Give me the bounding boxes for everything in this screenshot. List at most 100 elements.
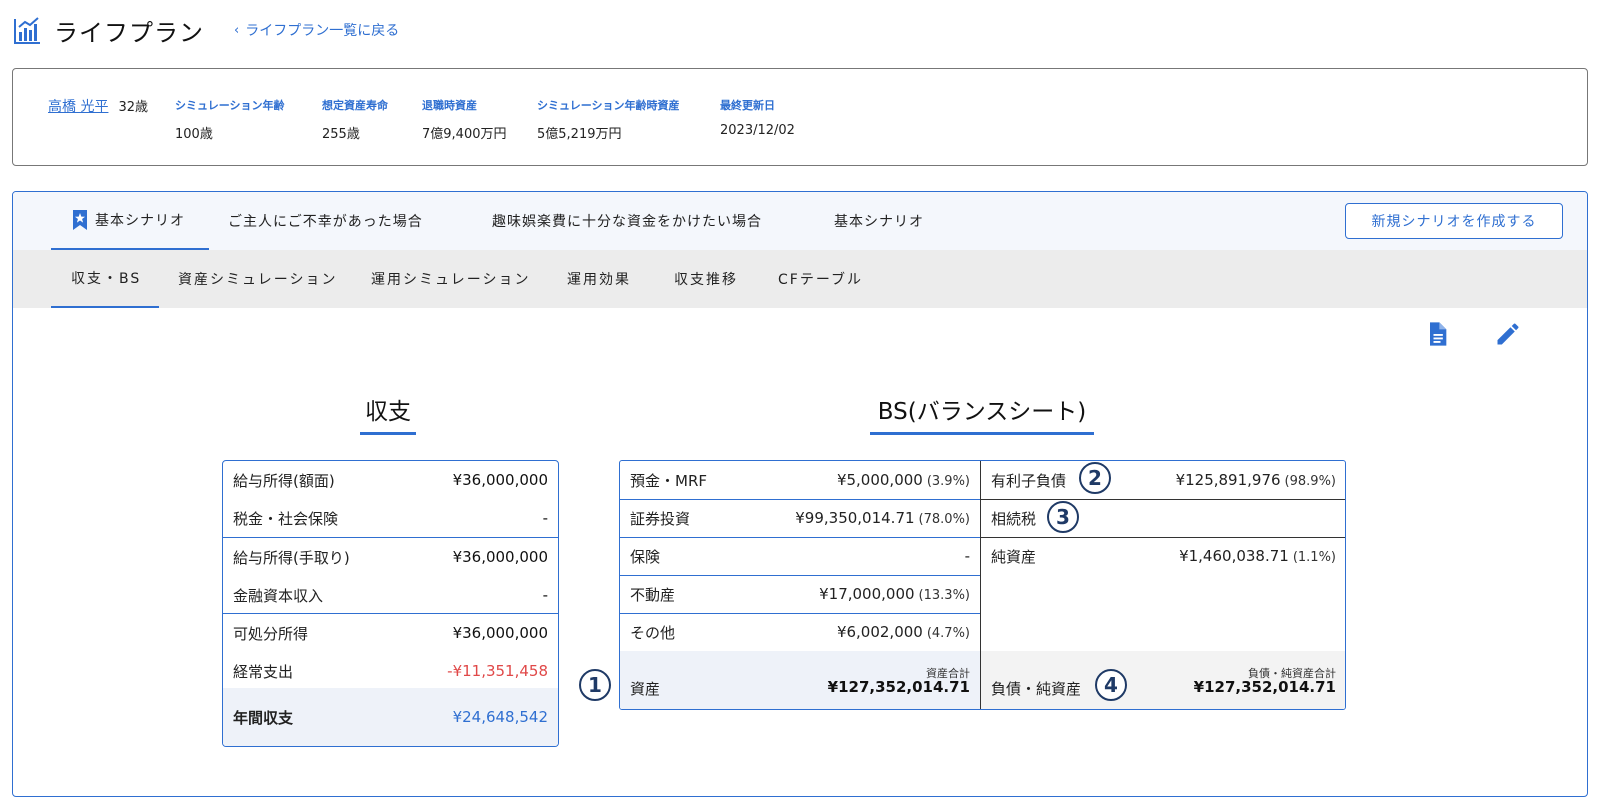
annual-total-row: 年間収支 ¥24,648,542 — [223, 688, 558, 746]
liability-value: ¥125,891,976 — [1175, 471, 1281, 489]
asset-row-securities: 証券投資 ¥99,350,014.71 (78.0%) — [620, 499, 980, 537]
asset-pct: (78.0%) — [918, 512, 970, 527]
marker-4: 4 — [1095, 669, 1127, 701]
subtab-cashflow-bs[interactable]: 収支・BS — [51, 250, 159, 308]
asset-amount: ¥6,002,000 (4.7%) — [837, 623, 970, 641]
tab-label: 基本シナリオ — [834, 214, 924, 230]
tab-scenario-basic-2[interactable]: 基本シナリオ — [834, 192, 924, 250]
asset-row-real-estate: 不動産 ¥17,000,000 (13.3%) — [620, 575, 980, 613]
row-label: 金融資本収入 — [233, 586, 324, 605]
row-value: ¥36,000,000 — [452, 548, 548, 566]
asset-amount: - — [965, 547, 970, 565]
asset-value: ¥6,002,000 — [836, 623, 923, 641]
row-value: ¥36,000,000 — [452, 471, 548, 489]
liability-row-debt: 有利子負債 ¥125,891,976 (98.9%) — [981, 461, 1345, 499]
page-header: ライフプラン ‹ ライフプラン一覧に戻る — [12, 12, 399, 48]
new-scenario-button[interactable]: 新規シナリオを作成する — [1345, 203, 1563, 239]
row-value: ¥36,000,000 — [452, 624, 548, 642]
asset-amount: ¥5,000,000 (3.9%) — [837, 471, 970, 489]
liabilities-total-row: 負債・純資産 負債・純資産合計 ¥127,352,014.71 — [981, 651, 1345, 709]
row-label: 可処分所得 — [233, 624, 309, 643]
liability-label: 相続税 — [991, 509, 1037, 528]
liability-value: ¥1,460,038.71 — [1179, 547, 1289, 565]
asset-value: - — [964, 547, 970, 565]
marker-3: 3 — [1047, 501, 1079, 533]
bs-title: BS(バランスシート) — [870, 392, 1094, 435]
tab-scenario-misfortune[interactable]: ご主人にご不幸があった場合 — [228, 192, 423, 250]
asset-pct: (13.3%) — [918, 588, 970, 603]
asset-label: 保険 — [630, 547, 661, 566]
table-row: 経常支出 -¥11,351,458 — [223, 652, 558, 690]
subtab-investment-sim[interactable]: 運用シミュレーション — [371, 250, 530, 308]
asset-label: 不動産 — [630, 585, 676, 604]
total-label: 年間収支 — [233, 708, 294, 727]
table-row: 税金・社会保険 - — [223, 499, 558, 537]
stat-label: シミュレーション年齢時資産 — [537, 99, 680, 112]
row-label: 経常支出 — [233, 662, 294, 681]
assets-total-value: ¥127,352,014.71 — [827, 678, 970, 696]
total-value: ¥24,648,542 — [452, 708, 548, 726]
back-link-label: ライフプラン一覧に戻る — [245, 23, 400, 39]
tab-scenario-basic[interactable]: 基本シナリオ — [51, 192, 209, 250]
asset-amount: ¥99,350,014.71 (78.0%) — [795, 509, 970, 527]
asset-pct: (4.7%) — [926, 626, 970, 641]
asset-row-insurance: 保険 - — [620, 537, 980, 575]
main-panel: 基本シナリオ ご主人にご不幸があった場合 趣味娯楽費に十分な資金をかけたい場合 … — [12, 191, 1588, 797]
asset-value: ¥99,350,014.71 — [795, 509, 915, 527]
table-row: 可処分所得 ¥36,000,000 — [223, 614, 558, 652]
liability-amount: ¥1,460,038.71 (1.1%) — [1179, 547, 1336, 565]
cashflow-title-text: 収支 — [365, 399, 411, 425]
edit-pencil-icon[interactable] — [1494, 320, 1522, 348]
liability-row-inheritance-tax: 相続税 — [981, 499, 1345, 537]
back-link[interactable]: ‹ ライフプラン一覧に戻る — [234, 20, 399, 40]
asset-value: ¥17,000,000 — [819, 585, 915, 603]
subtab-label: CFテーブル — [778, 272, 863, 288]
person-name-link[interactable]: 高橋 光平 — [48, 96, 108, 116]
document-icon[interactable] — [1423, 320, 1451, 348]
liability-pct: (98.9%) — [1284, 474, 1336, 489]
asset-label: 預金・MRF — [630, 471, 707, 490]
tab-scenario-hobby[interactable]: 趣味娯楽費に十分な資金をかけたい場合 — [492, 192, 762, 250]
asset-label: その他 — [630, 623, 676, 642]
table-row: 金融資本収入 - — [223, 576, 558, 614]
subtab-investment-effect[interactable]: 運用効果 — [567, 250, 631, 308]
stat-label: シミュレーション年齢 — [175, 99, 285, 112]
stat-value: 255歳 — [322, 127, 360, 142]
stat-value: 7億9,400万円 — [422, 127, 507, 142]
summary-card: 高橋 光平 32歳 シミュレーション年齢 100歳 想定資産寿命 255歳 退職… — [12, 68, 1588, 166]
liabilities-total-label: 負債・純資産 — [991, 680, 1082, 698]
stat-sim-age-assets: シミュレーション年齢時資産 5億5,219万円 — [537, 97, 680, 142]
table-row: 給与所得(手取り) ¥36,000,000 — [223, 538, 558, 576]
subtab-label: 収支・BS — [71, 271, 142, 287]
row-value: - — [542, 509, 548, 527]
asset-value: ¥5,000,000 — [836, 471, 923, 489]
stat-label: 退職時資産 — [422, 99, 477, 112]
asset-row-deposit: 預金・MRF ¥5,000,000 (3.9%) — [620, 461, 980, 499]
subtab-cashflow-trend[interactable]: 収支推移 — [674, 250, 738, 308]
marker-1: 1 — [579, 669, 611, 701]
bookmark-star-icon — [73, 210, 87, 230]
sub-tabs: 収支・BS 資産シミュレーション 運用シミュレーション 運用効果 収支推移 CF… — [13, 250, 1587, 308]
liabilities-total-value: ¥127,352,014.71 — [1193, 678, 1336, 696]
title-underline — [360, 432, 416, 435]
subtab-cf-table[interactable]: CFテーブル — [778, 250, 863, 308]
tab-label: 趣味娯楽費に十分な資金をかけたい場合 — [492, 214, 762, 230]
balance-sheet-table: 預金・MRF ¥5,000,000 (3.9%) 証券投資 ¥99,350,014… — [619, 460, 1346, 710]
person-age: 32歳 — [118, 100, 148, 115]
row-value: - — [542, 586, 548, 604]
subtab-asset-sim[interactable]: 資産シミュレーション — [178, 250, 337, 308]
title-underline — [870, 432, 1094, 435]
assets-total-label: 資産 — [630, 680, 661, 698]
marker-2: 2 — [1079, 462, 1111, 494]
chart-icon — [14, 17, 40, 44]
row-value-negative: -¥11,351,458 — [447, 662, 548, 680]
page-title: ライフプラン — [54, 18, 204, 47]
subtab-label: 運用シミュレーション — [371, 272, 531, 288]
liability-label: 純資産 — [991, 547, 1037, 566]
stat-retirement-assets: 退職時資産 7億9,400万円 — [422, 97, 507, 142]
stat-label: 最終更新日 — [720, 99, 775, 112]
assets-total-row: 資産 資産合計 ¥127,352,014.71 — [620, 651, 980, 709]
table-row: 給与所得(額面) ¥36,000,000 — [223, 461, 558, 499]
stat-label: 想定資産寿命 — [322, 99, 388, 112]
row-label: 給与所得(手取り) — [233, 548, 350, 567]
